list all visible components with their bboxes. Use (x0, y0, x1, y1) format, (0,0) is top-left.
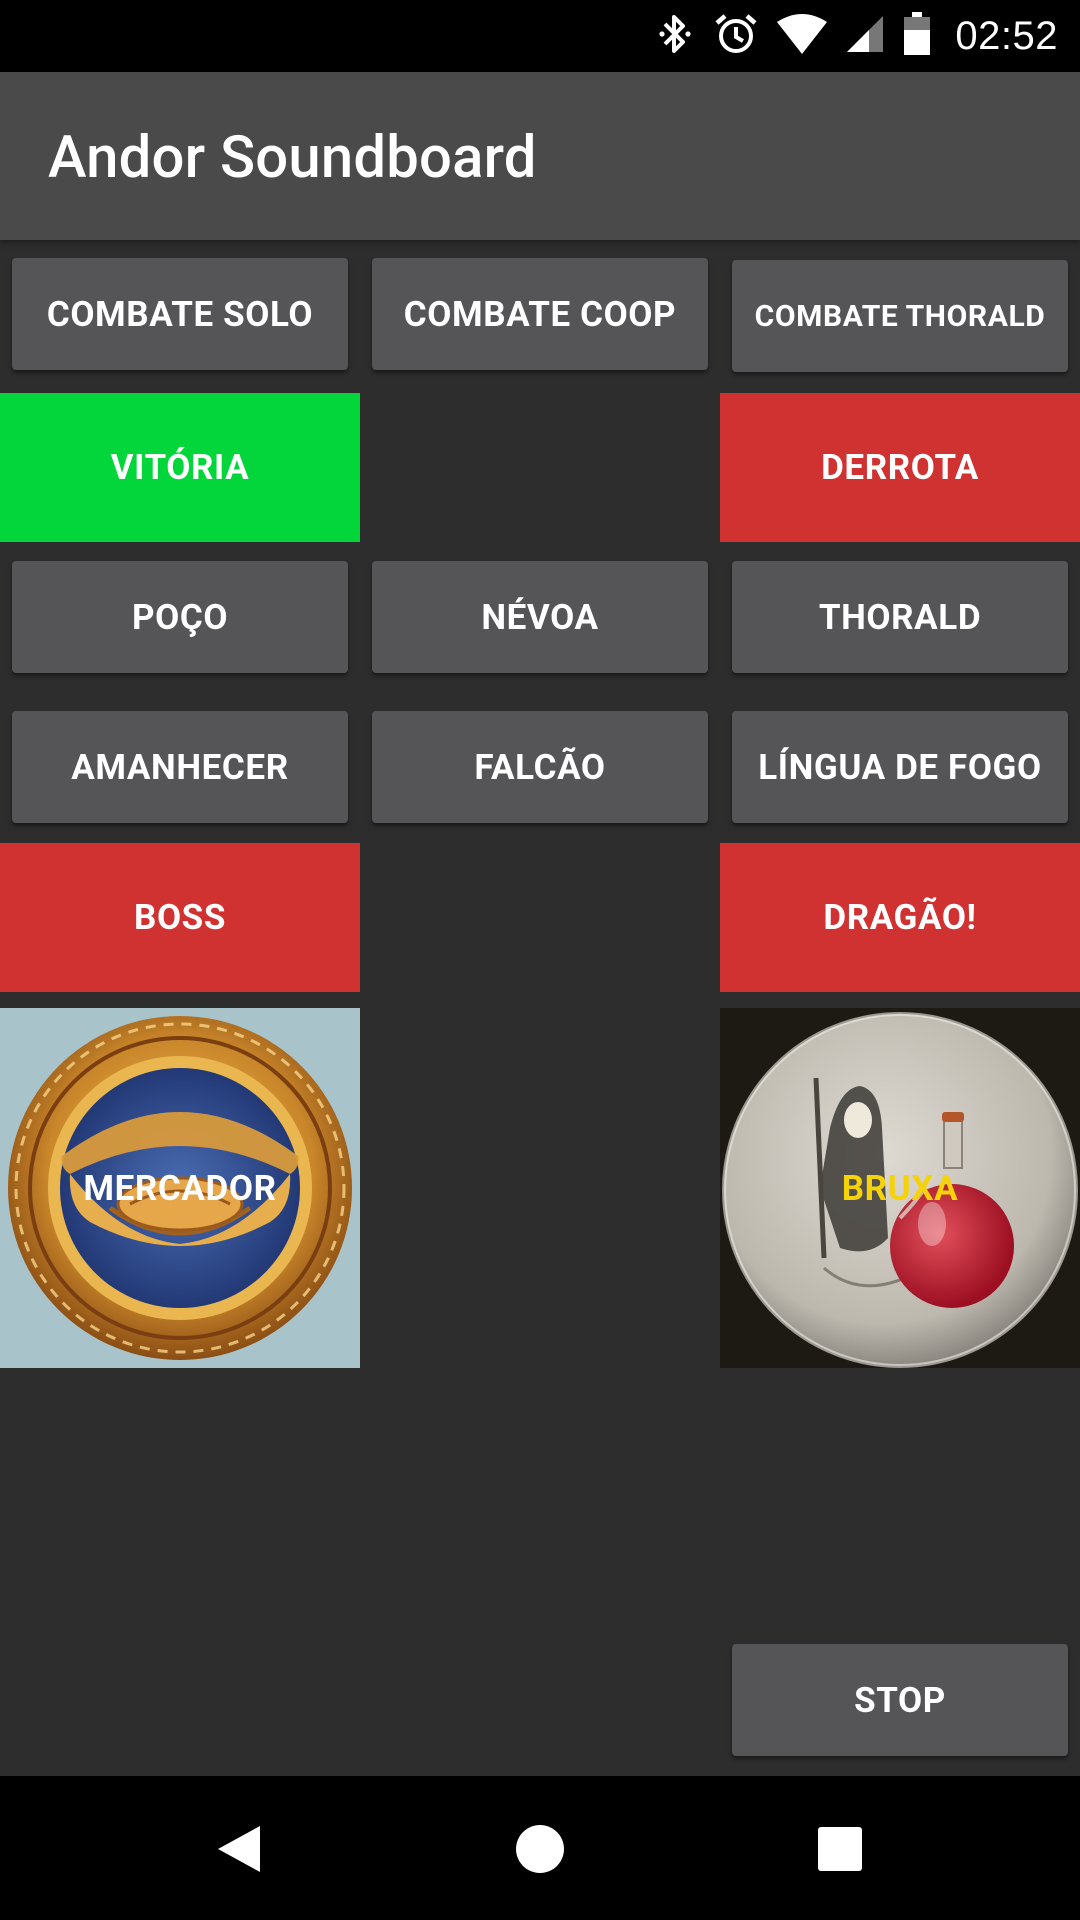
status-bar: 02:52 (0, 0, 1080, 72)
derrota-button[interactable]: DERROTA (720, 393, 1080, 542)
mercador-label: MERCADOR (83, 1167, 277, 1209)
app-bar: Andor Soundboard (0, 72, 1080, 240)
bruxa-label: BRUXA (841, 1167, 959, 1209)
mercador-button[interactable]: MERCADOR (0, 1008, 360, 1368)
home-icon[interactable] (515, 1824, 565, 1874)
falcao-button[interactable]: FALCÃO (372, 711, 708, 823)
combate-solo-button[interactable]: COMBATE SOLO (12, 258, 348, 370)
wifi-icon (777, 14, 828, 58)
battery-icon (903, 12, 931, 60)
stop-button[interactable]: STOP (732, 1644, 1068, 1756)
dragao-button[interactable]: DRAGÃO! (720, 843, 1080, 992)
nevoa-button[interactable]: NÉVOA (372, 561, 708, 673)
status-time: 02:52 (955, 13, 1058, 58)
app-title: Andor Soundboard (48, 124, 537, 192)
combate-thorald-button[interactable]: COMBATE THORALD (732, 260, 1068, 372)
amanhecer-button[interactable]: AMANHECER (12, 711, 348, 823)
recents-icon[interactable] (817, 1826, 863, 1872)
status-icons: 02:52 (655, 0, 1058, 72)
navigation-bar (0, 1776, 1080, 1920)
boss-button[interactable]: BOSS (0, 843, 360, 992)
alarm-icon (713, 11, 759, 61)
lingua-de-fogo-button[interactable]: LÍNGUA DE FOGO (732, 711, 1068, 823)
combate-coop-button[interactable]: COMBATE COOP (372, 258, 708, 370)
cellular-signal-icon (845, 14, 885, 58)
bruxa-button[interactable]: BRUXA (720, 1008, 1080, 1368)
soundboard-grid: COMBATE SOLO COMBATE COOP COMBATE THORAL… (0, 240, 1080, 1776)
vitoria-button[interactable]: VITÓRIA (0, 393, 360, 542)
poco-button[interactable]: POÇO (12, 561, 348, 673)
bluetooth-icon (655, 12, 695, 60)
thorald-button[interactable]: THORALD (732, 561, 1068, 673)
back-icon[interactable] (214, 1824, 264, 1874)
